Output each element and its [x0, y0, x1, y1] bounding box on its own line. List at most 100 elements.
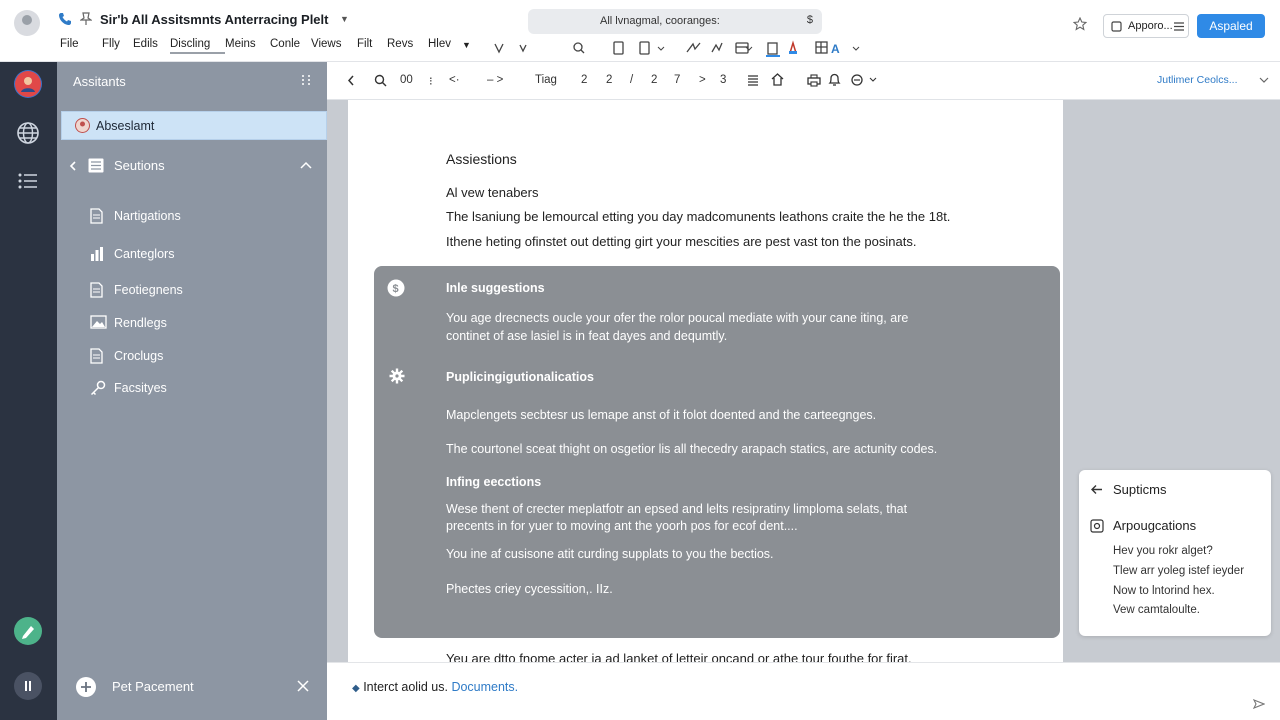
- page-total: 2: [651, 74, 658, 86]
- sidebar-footer: Pet Pacement: [57, 670, 327, 702]
- documents-link[interactable]: Documents.: [451, 680, 518, 694]
- page-separator: /: [630, 74, 634, 86]
- toolbar-value[interactable]: 7: [674, 74, 680, 86]
- page-number[interactable]: 2: [606, 74, 612, 86]
- sidebar-item-navigations[interactable]: Nartigations: [57, 204, 327, 230]
- sidebar-item-label: Feotiegnens: [114, 283, 183, 297]
- info-icon[interactable]: [14, 672, 42, 700]
- user-avatar[interactable]: [14, 10, 40, 36]
- list-icon: [1174, 22, 1184, 31]
- send-icon[interactable]: [1253, 699, 1265, 709]
- sidebar-item-label: Croclugs: [114, 349, 164, 363]
- suggestion-item[interactable]: Now to lntorind hex.: [1113, 585, 1215, 597]
- bar-chart-icon: [90, 246, 104, 262]
- suggestion-text: You age drecnects oucle your ofer the ro…: [446, 311, 909, 325]
- suggestion-item[interactable]: Hev you rokr alget?: [1113, 545, 1213, 557]
- document-icon: [90, 282, 103, 298]
- arrow-right-icon[interactable]: – >: [487, 74, 503, 86]
- inline-suggestions-panel[interactable]: $ Inle suggestions You age drecnects ouc…: [374, 266, 1060, 638]
- format-toolbar: A: [490, 37, 870, 59]
- next-icon[interactable]: >: [699, 74, 706, 86]
- home-icon[interactable]: [771, 73, 784, 86]
- toolbar-value[interactable]: 3: [720, 74, 726, 86]
- print-icon[interactable]: [807, 74, 821, 87]
- list-icon[interactable]: [18, 173, 38, 189]
- sidebar-item-assistant[interactable]: Abseslamt: [61, 111, 327, 140]
- footer-label: Pet Pacement: [112, 679, 194, 694]
- suggestion-text: You ine af cusisone atit curding supplat…: [446, 547, 774, 561]
- status-text: ◆ Interct aolid us. Documents.: [352, 680, 518, 694]
- chevron-down-icon[interactable]: [1259, 77, 1269, 84]
- arrow-left-icon[interactable]: [1090, 484, 1103, 495]
- menu-item[interactable]: Flly: [102, 38, 133, 54]
- profile-avatar[interactable]: [14, 70, 42, 98]
- sidebar-item-label: Canteglors: [114, 247, 175, 261]
- suggestion-text: precents in for yuer to moving ant the y…: [446, 519, 798, 533]
- suggestion-text: Mapclengets secbtesr us lemape anst of i…: [446, 408, 877, 422]
- suggestion-item[interactable]: Vew camtaloulte.: [1113, 604, 1200, 616]
- menu-overflow-icon[interactable]: ▼: [462, 38, 471, 54]
- undo-icon[interactable]: <·: [449, 74, 460, 86]
- status-bar: ◆ Interct aolid us. Documents.: [327, 662, 1280, 720]
- chevron-left-icon[interactable]: [69, 161, 77, 171]
- suggestion-text: continet of ase lasiel is in feat dayes …: [446, 329, 728, 343]
- share-icon[interactable]: [851, 74, 877, 86]
- menu-file[interactable]: File: [60, 38, 102, 54]
- menu-edit[interactable]: Edils: [133, 38, 170, 54]
- menu-item[interactable]: Conle: [270, 38, 311, 54]
- gear-icon: [389, 368, 405, 384]
- primary-action-button[interactable]: Aspaled: [1197, 14, 1265, 38]
- sections-header[interactable]: Seutions: [57, 152, 327, 180]
- chevron-up-icon[interactable]: [300, 161, 312, 169]
- bell-icon[interactable]: [828, 73, 841, 87]
- sections-icon: [88, 158, 104, 173]
- menu-bar: File Flly Edils Discling Meins Conle Vie…: [60, 38, 471, 54]
- document-heading: Assiestions: [446, 151, 517, 167]
- menu-item[interactable]: Revs: [387, 38, 428, 54]
- sidebar-item-crowlings[interactable]: Croclugs: [57, 344, 327, 370]
- title-bar: Sir'b All Assitsmnts Anterracing Plelt ▼…: [0, 0, 1280, 62]
- assistant-avatar-icon: [75, 118, 90, 133]
- suggestion-icon: $: [387, 279, 405, 297]
- suggestion-item[interactable]: Tlew arr yoleg istef ieyder: [1113, 565, 1244, 577]
- search-currency: $: [806, 14, 813, 26]
- format-icon: [494, 41, 828, 55]
- edit-icon[interactable]: [14, 617, 42, 645]
- document-toolbar: 00 ⁝ <· – > Tiag 2 2 / 2 7 > 3 Jutlimer …: [327, 62, 1280, 100]
- toolbar-value[interactable]: 2: [581, 74, 587, 86]
- style-select[interactable]: Tiag: [535, 74, 557, 86]
- globe-icon[interactable]: [16, 121, 40, 145]
- close-icon[interactable]: [297, 680, 309, 692]
- pin-icon[interactable]: [80, 12, 92, 26]
- search-input[interactable]: All lvnagmal, cooranges: $: [528, 9, 822, 34]
- menu-item[interactable]: Discling: [170, 38, 225, 54]
- star-icon[interactable]: [1073, 17, 1087, 31]
- document-icon: [90, 208, 103, 224]
- upgrade-button[interactable]: Apporo...: [1103, 14, 1189, 38]
- pointer-icon: ◆: [352, 683, 360, 694]
- phone-icon[interactable]: [58, 12, 72, 26]
- document-link[interactable]: Jutlimer Ceolcs...: [1157, 74, 1238, 86]
- menu-help[interactable]: Hlev: [428, 38, 454, 54]
- sidebar-item-categories[interactable]: Canteglors: [57, 242, 327, 268]
- align-icon[interactable]: [747, 74, 759, 86]
- sidebar-item-renderings[interactable]: Rendlegs: [57, 311, 327, 337]
- menu-views[interactable]: Views: [311, 38, 357, 54]
- suggestion-text: Wese thent of crecter meplatfotr an epse…: [446, 502, 908, 516]
- zoom-value[interactable]: 00: [400, 74, 413, 86]
- search-icon[interactable]: [374, 74, 387, 87]
- sidebar-item-features[interactable]: Feotiegnens: [57, 278, 327, 304]
- menu-item[interactable]: Filt: [357, 38, 387, 54]
- sidebar-item-facilities[interactable]: Facsityes: [57, 376, 327, 402]
- menu-item[interactable]: Meins: [225, 38, 270, 54]
- back-icon[interactable]: [347, 75, 355, 86]
- document-paragraph: Ithene heting ofinstet out detting girt …: [446, 234, 917, 249]
- suggestion-text: The courtonel sceat thight on osgetior l…: [446, 442, 938, 456]
- assistant-sidebar: Assitants Abseslamt Seutions Nartigation…: [57, 62, 327, 720]
- suggestion-heading: Puplicingigutionalicatios: [446, 370, 594, 384]
- grip-icon[interactable]: [301, 74, 311, 86]
- add-icon[interactable]: [75, 676, 97, 698]
- sidebar-item-label: Nartigations: [114, 209, 181, 223]
- image-icon: [90, 315, 107, 329]
- title-dropdown-icon[interactable]: ▼: [340, 14, 349, 24]
